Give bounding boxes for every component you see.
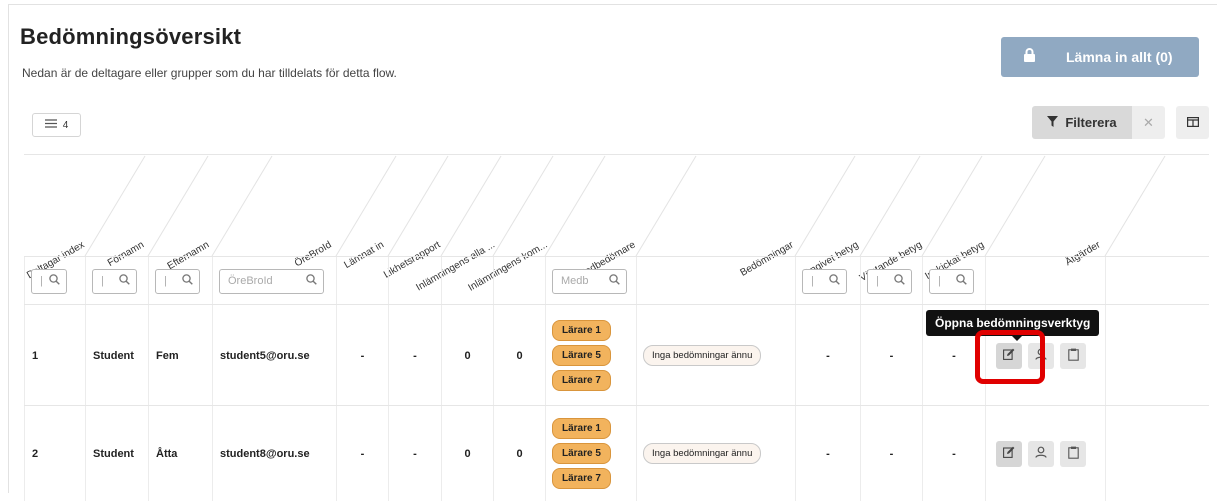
submission-comments: 0 bbox=[516, 447, 523, 460]
column-search-input[interactable]: | bbox=[802, 268, 847, 294]
co-assessor-badge: Lärare 7 bbox=[552, 370, 611, 391]
email: student8@oru.se bbox=[220, 447, 310, 460]
search-placeholder: | bbox=[938, 275, 941, 287]
column-search-input[interactable]: | bbox=[92, 268, 137, 294]
submit-all-label: Lämna in allt (0) bbox=[1066, 49, 1173, 65]
search-icon bbox=[609, 274, 620, 288]
clipboard-button[interactable] bbox=[1060, 342, 1086, 369]
assign-assessor-button[interactable] bbox=[1028, 440, 1054, 467]
clipboard-button[interactable] bbox=[1060, 440, 1086, 467]
sent-grade: - bbox=[952, 349, 956, 362]
search-icon bbox=[119, 274, 130, 288]
pending-grade: - bbox=[889, 447, 894, 460]
column-search-input[interactable]: | bbox=[155, 268, 200, 294]
co-assessor-badge: Lärare 1 bbox=[552, 320, 611, 341]
filter-button[interactable]: Filterera bbox=[1032, 106, 1132, 139]
row-index: 1 bbox=[32, 349, 39, 362]
search-icon bbox=[829, 274, 840, 288]
row-count: 4 bbox=[62, 119, 69, 131]
list-icon bbox=[44, 119, 57, 131]
submission-comments: 0 bbox=[516, 349, 523, 362]
column-search-input[interactable]: | bbox=[867, 268, 912, 294]
submitted: - bbox=[360, 447, 365, 460]
page-title: Bedömningsöversikt bbox=[20, 24, 242, 49]
last-name: Fem bbox=[156, 349, 179, 362]
highlight-box bbox=[975, 330, 1045, 384]
search-placeholder: | bbox=[876, 275, 879, 287]
similarity-report: - bbox=[413, 349, 417, 362]
email: student5@oru.se bbox=[220, 349, 310, 362]
given-grade: - bbox=[826, 349, 830, 362]
close-icon: ✕ bbox=[1143, 114, 1154, 130]
search-placeholder: | bbox=[40, 275, 43, 287]
row-index: 2 bbox=[32, 447, 39, 460]
co-assessor-badge: Lärare 5 bbox=[552, 443, 611, 464]
submitted: - bbox=[360, 349, 365, 362]
co-assessor-badge: Lärare 1 bbox=[552, 418, 611, 439]
page-subtitle: Nedan är de deltagare eller grupper som … bbox=[22, 66, 397, 80]
all-submissions: 0 bbox=[464, 349, 471, 362]
search-placeholder: ÖreBroId bbox=[228, 275, 273, 287]
first-name: Student bbox=[93, 447, 134, 460]
user-icon bbox=[1035, 446, 1047, 461]
search-icon bbox=[306, 274, 317, 288]
search-icon bbox=[894, 274, 905, 288]
clear-filter-button[interactable]: ✕ bbox=[1132, 106, 1165, 139]
edit-icon bbox=[1003, 446, 1015, 461]
sent-grade: - bbox=[952, 447, 956, 460]
clipboard-icon bbox=[1067, 446, 1079, 462]
assessments-badge: Inga bedömningar ännu bbox=[643, 345, 762, 366]
filter-icon bbox=[1047, 115, 1059, 130]
search-placeholder: | bbox=[101, 275, 104, 287]
pending-grade: - bbox=[889, 349, 894, 362]
co-assessor-badge: Lärare 5 bbox=[552, 345, 611, 366]
column-search-input[interactable]: Medb bbox=[552, 268, 627, 294]
search-icon bbox=[182, 274, 193, 288]
search-icon bbox=[49, 274, 60, 288]
lock-icon bbox=[1023, 48, 1036, 66]
filter-row: | | | ÖreBroId Medb | | | bbox=[24, 256, 1209, 305]
open-assessment-tool-button[interactable] bbox=[996, 440, 1022, 467]
column-search-input[interactable]: | bbox=[31, 268, 67, 294]
table-row: 2 Student Åtta student8@oru.se - -0 0 Lärare 1L… bbox=[24, 405, 1209, 501]
co-assessor-list: Lärare 1 Lärare 5 Lärare 7 bbox=[552, 416, 611, 491]
all-submissions: 0 bbox=[464, 447, 471, 460]
assessments-badge: Inga bedömningar ännu bbox=[643, 443, 762, 464]
co-assessor-list: Lärare 1 Lärare 5 Lärare 7 bbox=[552, 318, 611, 393]
columns-icon bbox=[1186, 114, 1199, 132]
search-placeholder: Medb bbox=[561, 275, 589, 287]
similarity-report: - bbox=[413, 447, 417, 460]
last-name: Åtta bbox=[156, 447, 178, 460]
given-grade: - bbox=[826, 447, 830, 460]
submit-all-button[interactable]: Lämna in allt (0) bbox=[1001, 37, 1199, 77]
columns-button[interactable] bbox=[1176, 106, 1209, 139]
filter-label: Filterera bbox=[1065, 115, 1117, 130]
first-name: Student bbox=[93, 349, 134, 362]
search-placeholder: | bbox=[164, 275, 167, 287]
clipboard-icon bbox=[1067, 348, 1079, 364]
column-search-input[interactable]: ÖreBroId bbox=[219, 268, 324, 294]
co-assessor-badge: Lärare 7 bbox=[552, 468, 611, 489]
column-search-input[interactable]: | bbox=[929, 268, 974, 294]
search-placeholder: | bbox=[811, 275, 814, 287]
search-icon bbox=[956, 274, 967, 288]
row-count-button[interactable]: 4 bbox=[32, 113, 81, 137]
